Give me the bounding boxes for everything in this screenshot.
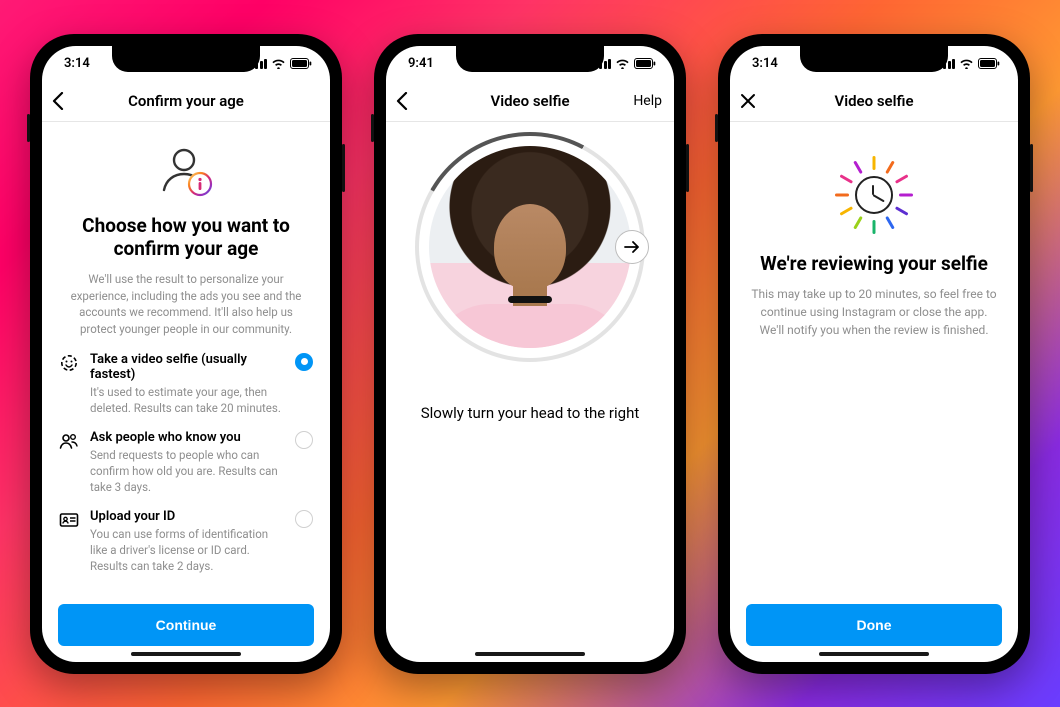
option-title: Ask people who know you — [90, 430, 284, 445]
option-desc: It's used to estimate your age, then del… — [90, 384, 284, 416]
wifi-icon — [959, 58, 974, 69]
battery-icon — [978, 58, 1000, 69]
nav-bar: Video selfie Help — [386, 82, 674, 122]
back-button[interactable] — [52, 92, 64, 110]
close-button[interactable] — [740, 93, 756, 109]
content: Slowly turn your head to the right — [386, 122, 674, 662]
battery-icon — [290, 58, 312, 69]
chevron-left-icon — [396, 92, 408, 110]
close-icon — [740, 93, 756, 109]
notch — [112, 46, 260, 72]
help-link[interactable]: Help — [633, 93, 662, 109]
home-indicator[interactable] — [819, 652, 929, 656]
options-list: Take a video selfie (usually fastest) It… — [58, 352, 314, 575]
nav-title: Video selfie — [490, 92, 569, 110]
profile-info-icon — [58, 140, 314, 204]
nav-bar: Video selfie — [730, 82, 1018, 122]
status-indicators — [251, 58, 313, 69]
option-upload-id[interactable]: Upload your ID You can use forms of iden… — [58, 509, 314, 574]
home-indicator[interactable] — [131, 652, 241, 656]
progress-ring — [415, 132, 645, 362]
wifi-icon — [615, 58, 630, 69]
screen: 3:14 Video selfie We're — [730, 46, 1018, 662]
screen: 9:41 Video selfie Help — [386, 46, 674, 662]
notch — [800, 46, 948, 72]
people-icon — [58, 430, 80, 495]
phone-frame: 3:14 Confirm your age — [30, 34, 342, 674]
option-desc: You can use forms of identification like… — [90, 526, 284, 574]
page-heading: Choose how you want to confirm your age — [64, 214, 308, 262]
arrow-right-icon — [624, 240, 640, 254]
smile-scan-icon — [58, 352, 80, 416]
option-desc: Send requests to people who can confirm … — [90, 447, 284, 495]
radio-unselected-icon — [295, 510, 313, 528]
phone-frame: 3:14 Video selfie We're — [718, 34, 1030, 674]
page-heading: We're reviewing your selfie — [746, 252, 1002, 275]
radio-selected-icon — [295, 353, 313, 371]
radio-unselected-icon — [295, 431, 313, 449]
screen: 3:14 Confirm your age — [42, 46, 330, 662]
status-time: 3:14 — [64, 56, 90, 71]
content: We're reviewing your selfie This may tak… — [730, 122, 1018, 594]
notch — [456, 46, 604, 72]
status-indicators — [939, 58, 1001, 69]
nav-title: Video selfie — [834, 92, 913, 110]
selfie-preview — [429, 146, 631, 348]
id-card-icon — [58, 509, 80, 574]
continue-button[interactable]: Continue — [58, 604, 314, 646]
reviewing-icon — [746, 156, 1002, 234]
battery-icon — [634, 58, 656, 69]
option-ask-people[interactable]: Ask people who know you Send requests to… — [58, 430, 314, 495]
option-video-selfie[interactable]: Take a video selfie (usually fastest) It… — [58, 352, 314, 416]
wifi-icon — [271, 58, 286, 69]
status-time: 3:14 — [752, 56, 778, 71]
page-description: We'll use the result to personalize your… — [60, 271, 312, 338]
back-button[interactable] — [396, 92, 408, 110]
turn-right-indicator — [615, 230, 649, 264]
status-time: 9:41 — [408, 56, 434, 71]
nav-bar: Confirm your age — [42, 82, 330, 122]
clock-icon — [855, 176, 893, 214]
option-title: Take a video selfie (usually fastest) — [90, 352, 284, 382]
page-description: This may take up to 20 minutes, so feel … — [750, 285, 998, 339]
nav-title: Confirm your age — [128, 92, 244, 110]
phone-frame: 9:41 Video selfie Help — [374, 34, 686, 674]
home-indicator[interactable] — [475, 652, 585, 656]
option-title: Upload your ID — [90, 509, 284, 524]
done-button[interactable]: Done — [746, 604, 1002, 646]
status-indicators — [595, 58, 657, 69]
chevron-left-icon — [52, 92, 64, 110]
instruction-text: Slowly turn your head to the right — [421, 404, 639, 422]
content: Choose how you want to confirm your age … — [42, 122, 330, 594]
